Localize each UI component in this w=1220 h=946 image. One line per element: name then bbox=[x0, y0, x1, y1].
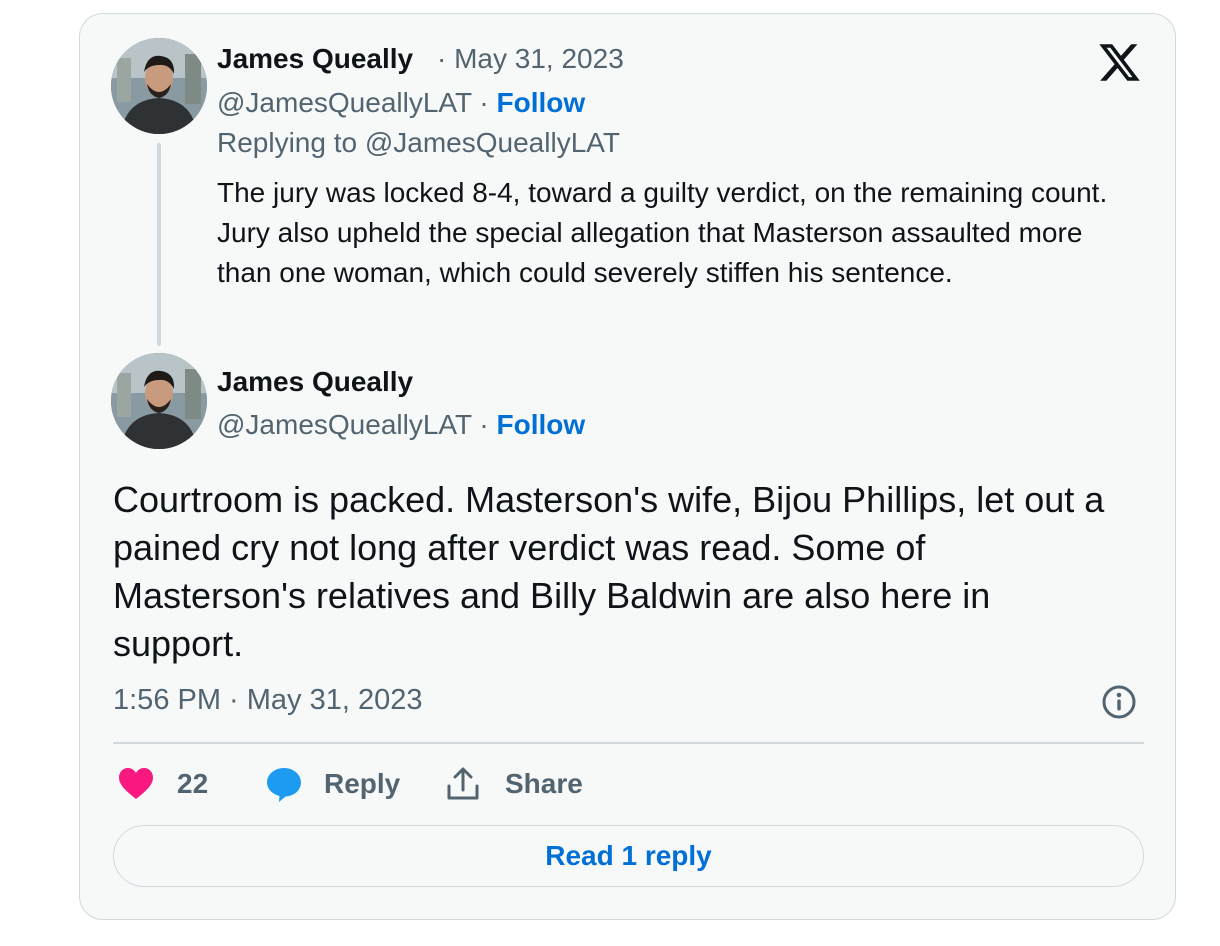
main-tweet-text: Courtroom is packed. Masterson's wife, B… bbox=[113, 479, 1105, 664]
separator: · bbox=[437, 43, 447, 74]
x-logo-icon[interactable] bbox=[1097, 40, 1142, 85]
reply-bubble-icon bbox=[267, 768, 301, 802]
heart-icon bbox=[119, 768, 153, 799]
read-replies-label: Read 1 reply bbox=[545, 840, 712, 871]
author-name[interactable]: James Queally bbox=[217, 366, 413, 398]
follow-button[interactable]: Follow bbox=[497, 409, 586, 440]
avatar[interactable] bbox=[111, 38, 207, 134]
reply-label: Reply bbox=[324, 768, 401, 799]
follow-button[interactable]: Follow bbox=[497, 87, 586, 118]
separator: · bbox=[479, 409, 489, 440]
reply-button[interactable]: Reply bbox=[265, 760, 400, 808]
info-icon[interactable] bbox=[1101, 684, 1137, 720]
like-count: 22 bbox=[177, 768, 209, 799]
tweet-date-line: · May 31, 2023 bbox=[437, 43, 624, 75]
parent-tweet-text: The jury was locked 8-4, toward a guilty… bbox=[217, 177, 1108, 288]
handle-line: @JamesQueallyLAT · Follow bbox=[217, 409, 585, 441]
author-handle[interactable]: @JamesQueallyLAT bbox=[217, 409, 472, 440]
thread-line bbox=[157, 143, 161, 346]
replying-to[interactable]: Replying to @JamesQueallyLAT bbox=[217, 127, 620, 159]
share-label: Share bbox=[505, 768, 583, 799]
avatar[interactable] bbox=[111, 353, 207, 449]
author-handle[interactable]: @JamesQueallyLAT bbox=[217, 87, 472, 118]
divider bbox=[113, 742, 1144, 744]
share-button[interactable]: Share bbox=[446, 760, 583, 808]
author-name[interactable]: James Queally bbox=[217, 43, 413, 75]
share-icon bbox=[447, 767, 479, 800]
tweet-timestamp[interactable]: 1:56 PM · May 31, 2023 bbox=[113, 684, 423, 717]
tweet-date[interactable]: May 31, 2023 bbox=[454, 43, 624, 74]
separator: · bbox=[479, 87, 489, 118]
handle-line: @JamesQueallyLAT · Follow bbox=[217, 87, 585, 119]
read-replies-button[interactable]: Read 1 reply bbox=[113, 825, 1144, 887]
like-button[interactable]: 22 bbox=[118, 760, 208, 808]
